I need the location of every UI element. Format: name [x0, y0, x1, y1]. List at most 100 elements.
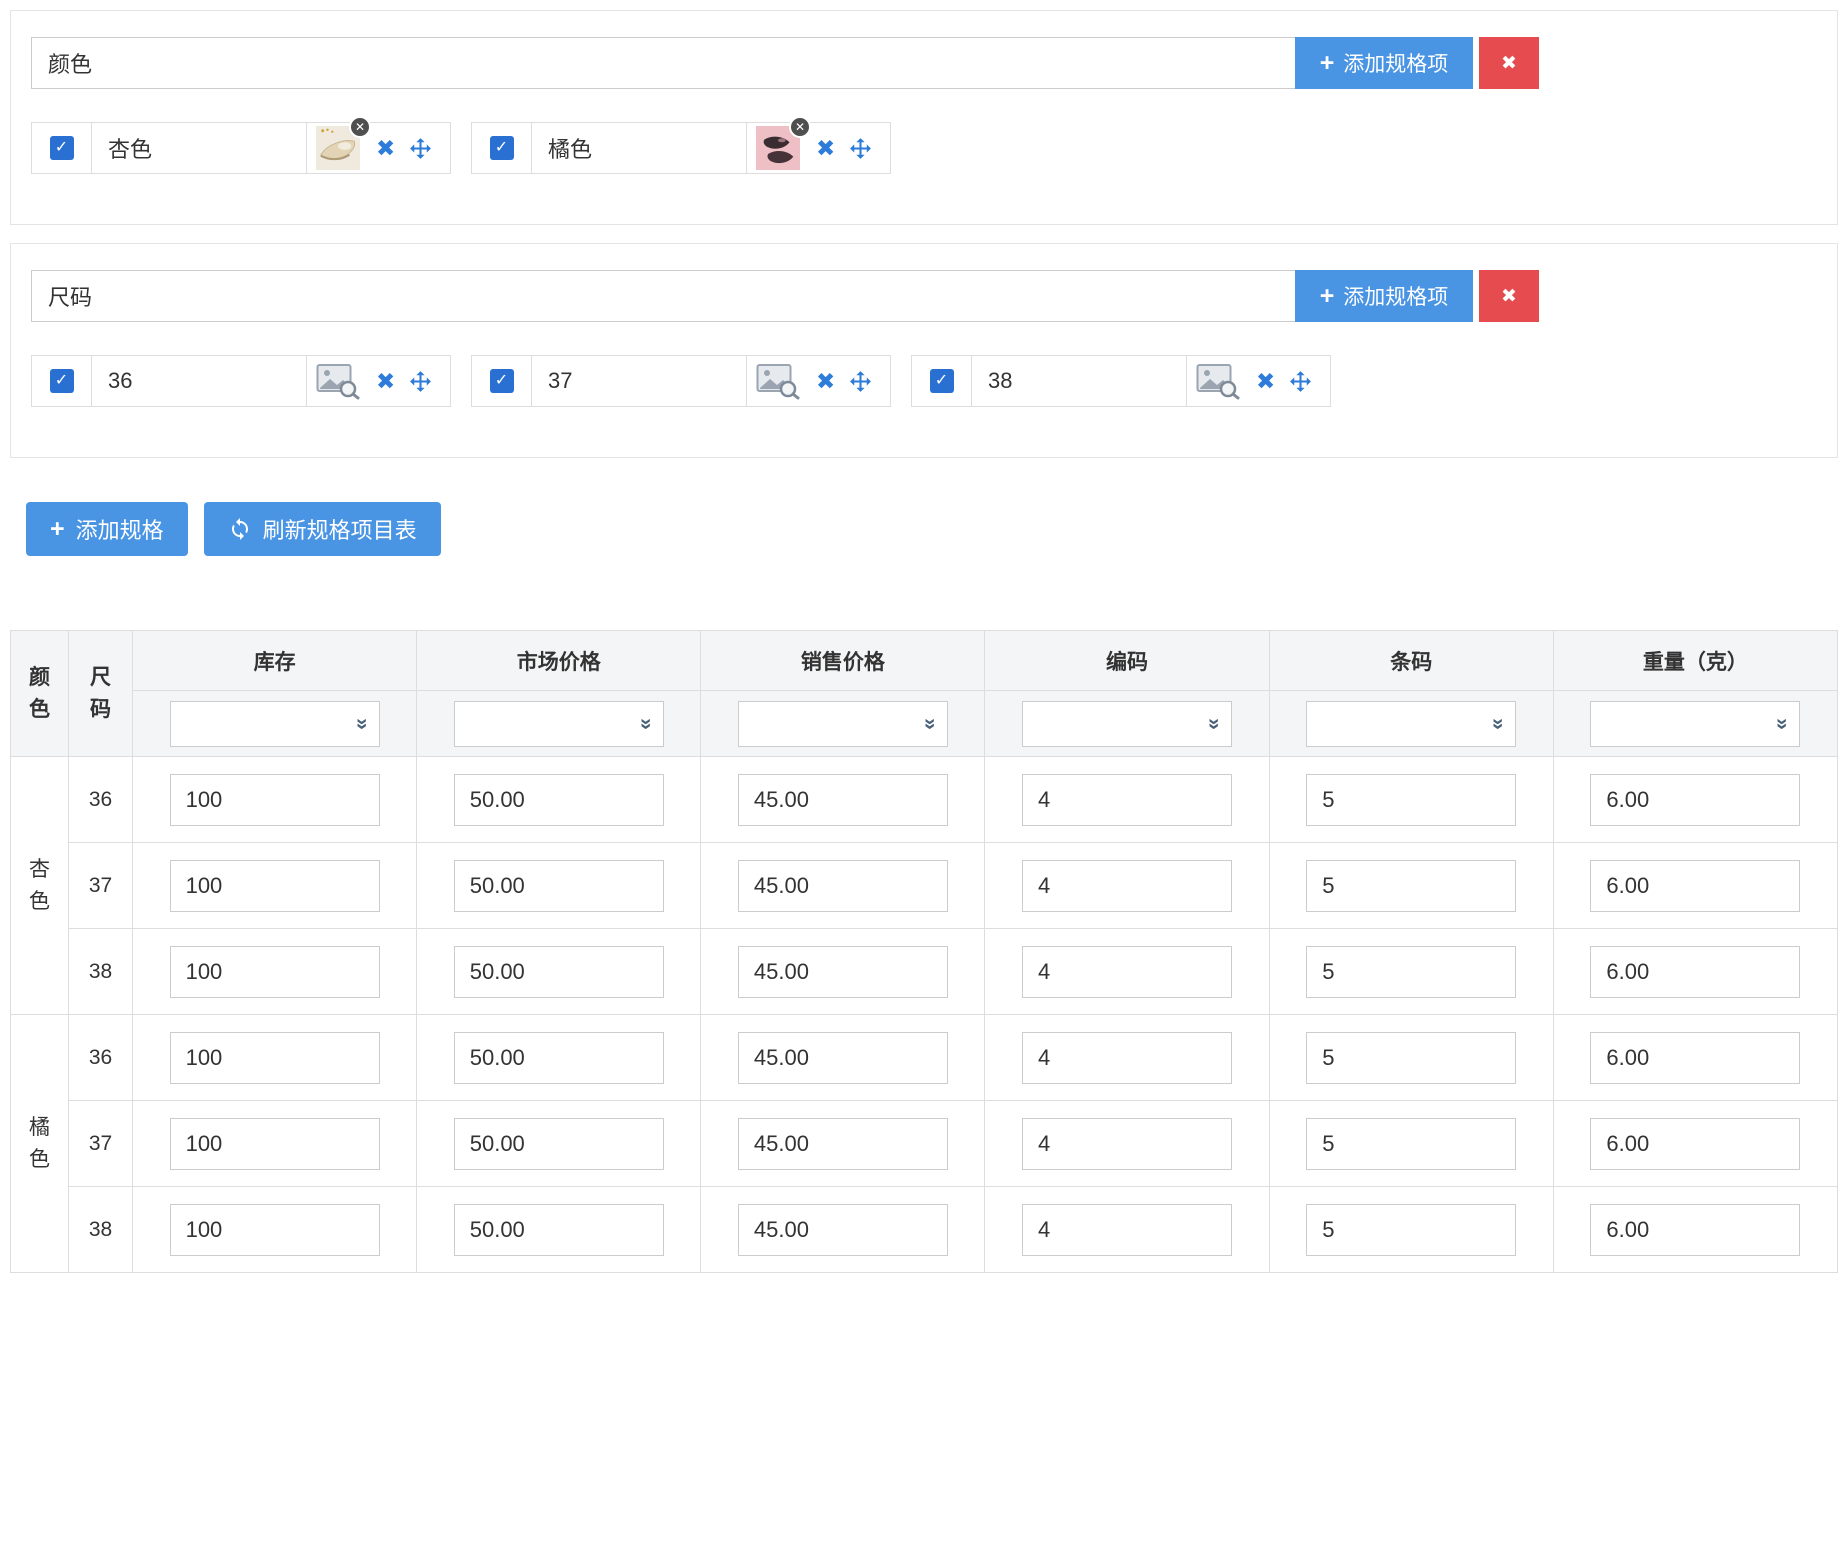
refresh-spec-table-button[interactable]: 刷新规格项目表 [203, 502, 441, 556]
spec-item-checkbox[interactable]: ✓ [32, 123, 92, 173]
code-input[interactable] [1022, 945, 1233, 998]
add-spec-item-button[interactable]: + 添加规格项 [1295, 37, 1473, 89]
code-input[interactable] [1022, 1203, 1233, 1256]
stock-input[interactable] [169, 773, 380, 826]
weight-input[interactable] [1590, 1031, 1801, 1084]
delete-spec-item-icon[interactable]: ✖ [816, 369, 835, 393]
spec-name-input[interactable] [31, 37, 1295, 89]
market-price-input[interactable] [453, 859, 664, 912]
move-spec-item-icon[interactable] [408, 369, 433, 394]
table-cell [416, 928, 702, 1015]
weight-input[interactable] [1590, 1203, 1801, 1256]
spec-item-name-input[interactable] [972, 356, 1187, 406]
spec-item-name-input[interactable] [532, 123, 747, 173]
add-spec-button[interactable]: + 添加规格 [26, 502, 188, 556]
batch-fill-input-code[interactable] [1023, 701, 1198, 746]
upload-image-icon[interactable] [1196, 362, 1240, 400]
delete-spec-item-icon[interactable]: ✖ [816, 136, 835, 160]
upload-image-icon[interactable] [316, 362, 360, 400]
barcode-input[interactable] [1306, 859, 1517, 912]
sale-price-input[interactable] [737, 1203, 948, 1256]
weight-input[interactable] [1590, 945, 1801, 998]
upload-image-icon[interactable] [756, 362, 800, 400]
stock-input[interactable] [169, 945, 380, 998]
code-input[interactable] [1022, 859, 1233, 912]
remove-spec-group-button[interactable]: ✖ [1479, 270, 1539, 322]
market-price-input[interactable] [453, 945, 664, 998]
spec-item-image-orange[interactable]: ✕ [756, 116, 811, 170]
barcode-input[interactable] [1306, 1031, 1517, 1084]
table-cell [1552, 1014, 1839, 1101]
batch-fill-input-barcode[interactable] [1307, 701, 1482, 746]
market-price-input[interactable] [453, 1203, 664, 1256]
apply-batch-chevron-icon[interactable]: » [1486, 707, 1510, 741]
weight-input[interactable] [1590, 859, 1801, 912]
sku-row: 橘色 36 [10, 1014, 1839, 1273]
move-spec-item-icon[interactable] [848, 136, 873, 161]
stock-input[interactable] [169, 1203, 380, 1256]
add-spec-label: 添加规格 [75, 518, 164, 543]
remove-image-badge-icon[interactable]: ✕ [349, 116, 371, 138]
batch-fill-input-weight[interactable] [1591, 701, 1766, 746]
delete-spec-item-icon[interactable]: ✖ [376, 369, 395, 393]
barcode-input[interactable] [1306, 773, 1517, 826]
code-input[interactable] [1022, 1117, 1233, 1170]
spec-item-checkbox[interactable]: ✓ [472, 356, 532, 406]
market-price-input[interactable] [453, 773, 664, 826]
table-cell [700, 1186, 986, 1273]
barcode-input[interactable] [1306, 1203, 1517, 1256]
move-spec-item-icon[interactable] [848, 369, 873, 394]
sale-price-input[interactable] [737, 945, 948, 998]
refresh-icon [228, 517, 252, 541]
apply-batch-chevron-icon[interactable]: » [1202, 707, 1226, 741]
spec-item-checkbox[interactable]: ✓ [472, 123, 532, 173]
apply-batch-chevron-icon[interactable]: » [634, 707, 658, 741]
weight-input[interactable] [1590, 1117, 1801, 1170]
stock-input[interactable] [169, 859, 380, 912]
apply-batch-chevron-icon[interactable]: » [1770, 707, 1794, 741]
move-spec-item-icon[interactable] [408, 136, 433, 161]
remove-image-badge-icon[interactable]: ✕ [789, 116, 811, 138]
row-size-label: 36 [68, 1014, 133, 1101]
add-spec-item-button[interactable]: + 添加规格项 [1295, 270, 1473, 322]
table-cell [984, 928, 1270, 1015]
col-header-code: 编码 [984, 630, 1270, 691]
table-cell [984, 842, 1270, 929]
spec-item-name-input[interactable] [92, 123, 307, 173]
move-spec-item-icon[interactable] [1288, 369, 1313, 394]
apply-batch-chevron-icon[interactable]: » [918, 707, 942, 741]
spec-item-checkbox[interactable]: ✓ [912, 356, 972, 406]
sale-price-input[interactable] [737, 859, 948, 912]
spec-item-name-input[interactable] [92, 356, 307, 406]
batch-fill-input-market-price[interactable] [454, 701, 629, 746]
code-input[interactable] [1022, 773, 1233, 826]
stock-input[interactable] [169, 1031, 380, 1084]
sale-price-input[interactable] [737, 1117, 948, 1170]
market-price-input[interactable] [453, 1031, 664, 1084]
spec-item-size-38: ✓ ✖ [911, 355, 1331, 407]
remove-spec-group-button[interactable]: ✖ [1479, 37, 1539, 89]
table-cell [416, 1100, 702, 1187]
barcode-input[interactable] [1306, 1117, 1517, 1170]
spec-name-input[interactable] [31, 270, 1295, 322]
batch-fill-input-stock[interactable] [170, 701, 345, 746]
table-cell [700, 842, 986, 929]
weight-input[interactable] [1590, 773, 1801, 826]
stock-input[interactable] [169, 1117, 380, 1170]
spec-item-name-input[interactable] [532, 356, 747, 406]
barcode-input[interactable] [1306, 945, 1517, 998]
delete-spec-item-icon[interactable]: ✖ [376, 136, 395, 160]
sale-price-input[interactable] [737, 773, 948, 826]
batch-fill-input-sale-price[interactable] [738, 701, 913, 746]
sale-price-input[interactable] [737, 1031, 948, 1084]
code-input[interactable] [1022, 1031, 1233, 1084]
delete-spec-item-icon[interactable]: ✖ [1256, 369, 1275, 393]
spec-item-size-36: ✓ ✖ [31, 355, 451, 407]
spec-actions: + 添加规格 刷新规格项目表 [26, 502, 1838, 556]
batch-fill-group: » [1590, 700, 1801, 747]
spec-item-checkbox[interactable]: ✓ [32, 356, 92, 406]
apply-batch-chevron-icon[interactable]: » [350, 707, 374, 741]
market-price-input[interactable] [453, 1117, 664, 1170]
spec-item-image-apricot[interactable]: ✕ [316, 116, 371, 170]
spec-items-row: ✓ ✖ [31, 355, 1817, 407]
